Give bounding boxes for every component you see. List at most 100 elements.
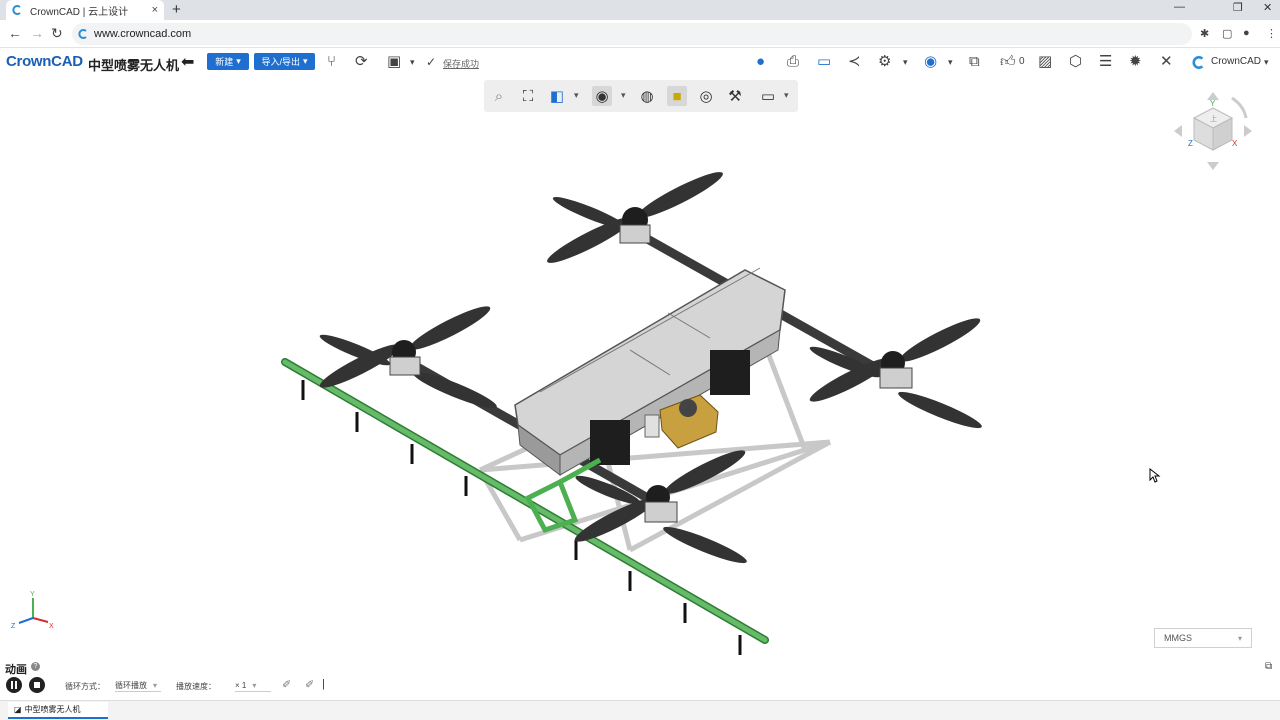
viewcube-rotate-icon[interactable]	[1231, 96, 1248, 119]
view-toolbar: ⌕ ⛶ ◧ ▾ ◉ ▾ ◍ ■ ◎ ⚒ ▭ ▾	[484, 80, 798, 112]
back-icon[interactable]: ←	[8, 25, 22, 41]
viewcube-left-arrow-icon[interactable]	[1174, 125, 1182, 137]
document-tab[interactable]: ◪ 中型喷雾无人机	[8, 702, 108, 719]
tank-body	[514, 267, 786, 476]
save-dropdown-icon[interactable]: ▾	[410, 52, 415, 72]
triad-z-label: Z	[11, 623, 16, 630]
reload-icon[interactable]: ↻	[51, 25, 63, 42]
import-export-label: 导入/导出	[261, 57, 300, 67]
share-icon[interactable]: ≺	[848, 52, 861, 72]
minimize-icon[interactable]: —	[1174, 1, 1185, 13]
app-logo: CrownCAD	[6, 53, 83, 70]
render-icon[interactable]: ✹	[1129, 52, 1142, 72]
profile-icon[interactable]: ●	[1243, 27, 1250, 39]
keyframe-remove-icon[interactable]: ✐	[282, 678, 291, 691]
settings-dropdown-icon[interactable]: ▾	[903, 52, 908, 72]
stop-icon	[34, 682, 40, 688]
display-monitor-icon[interactable]: ▭	[758, 86, 778, 106]
close-window-icon[interactable]: ✕	[1263, 1, 1272, 14]
restore-icon[interactable]: ❐	[1233, 1, 1243, 14]
layers-icon[interactable]: ☰	[1099, 52, 1112, 72]
print-icon[interactable]: ⎙	[787, 52, 799, 72]
speed-label: 播放速度：	[176, 682, 216, 691]
animation-panel: 动画 ? 循环方式： 循环播放 ▾ 播放速度： × 1 ▾ ✐ ✐ |	[0, 658, 1280, 700]
like-icon[interactable]: 👍︎	[1000, 52, 1016, 72]
network-icon[interactable]: ✕	[1160, 52, 1173, 72]
account-dropdown-icon[interactable]: ▾	[1264, 52, 1269, 72]
rotor-front-right	[809, 318, 982, 429]
browser-menu-icon[interactable]: ⋮	[1266, 27, 1277, 40]
loop-mode-label: 循环方式：	[65, 682, 105, 691]
tab-close-icon[interactable]: ×	[152, 4, 158, 16]
image-icon[interactable]: ▨	[1038, 52, 1052, 72]
settings-gear-icon[interactable]: ⚙	[878, 52, 891, 72]
brand-name[interactable]: CrownCAD	[1211, 56, 1261, 67]
help-circle-icon[interactable]: ◉	[924, 52, 937, 72]
section-view-icon[interactable]: ◍	[637, 86, 657, 106]
visibility-eye-icon[interactable]: ◉	[592, 86, 612, 106]
mouse-cursor-icon	[1149, 468, 1161, 483]
save-status: 保存成功	[443, 59, 480, 69]
viewcube-x-label: X	[1232, 139, 1238, 148]
pause-icon	[11, 681, 17, 689]
like-count: 0	[1019, 56, 1025, 67]
new-tab-button[interactable]: +	[172, 1, 181, 18]
fit-view-icon[interactable]: ⛶	[518, 86, 538, 106]
search-icon[interactable]: ●	[756, 52, 765, 72]
stop-button[interactable]	[29, 677, 45, 693]
orientation-dropdown-icon[interactable]: ▾	[574, 90, 579, 101]
brand-logo-icon	[1192, 56, 1204, 69]
keyframe-add-icon[interactable]: ✐	[305, 678, 314, 691]
zoom-icon[interactable]: ⌕	[489, 86, 509, 106]
display-dropdown-icon[interactable]: ▾	[784, 90, 789, 101]
document-tab-bar: ◪ 中型喷雾无人机	[0, 700, 1280, 720]
check-icon: ✓	[426, 55, 437, 69]
browser-tab-title: CrownCAD | 云上设计	[30, 6, 129, 18]
app-toolbar: CrownCAD 中型喷雾无人机 ⬅ 新建 ▾ 导入/导出 ▾ ⑂ ⟳ ▣ ▾ ✓ …	[0, 48, 1280, 76]
units-dropdown-icon: ▾	[1237, 633, 1242, 643]
save-icon[interactable]: ▣	[387, 52, 401, 72]
comment-icon[interactable]: ▭	[817, 52, 831, 72]
document-title: 中型喷雾无人机	[88, 58, 180, 73]
import-export-button[interactable]: 导入/导出 ▾	[254, 53, 315, 70]
paint-icon[interactable]: ⚒	[725, 86, 745, 106]
viewcube-down-arrow-icon[interactable]	[1207, 162, 1219, 170]
animation-help-icon[interactable]: ?	[31, 662, 40, 671]
text-caret: |	[322, 678, 325, 690]
loop-mode-value: 循环播放	[115, 680, 147, 690]
visibility-dropdown-icon[interactable]: ▾	[621, 90, 626, 101]
branch-icon[interactable]: ⑂	[327, 52, 336, 72]
rotor-front-left	[547, 172, 723, 263]
viewcube-top-label: 上	[1210, 114, 1217, 123]
units-value: MMGS	[1164, 633, 1192, 643]
appearance-icon[interactable]: ◎	[696, 86, 716, 106]
browser-tab[interactable]: CrownCAD | 云上设计 ×	[6, 0, 164, 20]
view-cube[interactable]: 上 Y Z X	[1170, 88, 1256, 174]
view-orientation-icon[interactable]: ◧	[547, 86, 567, 106]
forward-icon[interactable]: →	[30, 25, 44, 41]
axis-triad: Y X Z	[11, 591, 54, 630]
viewcube-y-label: Y	[1210, 99, 1216, 108]
help-dropdown-icon[interactable]: ▾	[948, 52, 953, 72]
triad-y-label: Y	[30, 591, 35, 598]
shaded-display-icon[interactable]: ■	[667, 86, 687, 106]
crowncad-favicon-icon	[12, 5, 21, 15]
url-bar[interactable]: www.crowncad.com	[72, 23, 1192, 45]
loop-mode-select[interactable]: 循环播放 ▾	[115, 679, 161, 692]
sync-icon[interactable]: ⟳	[355, 52, 368, 72]
speed-select[interactable]: × 1 ▾	[235, 679, 271, 692]
extensions-icon[interactable]: ✱	[1200, 27, 1209, 40]
assembly-icon[interactable]: ⧉	[969, 52, 980, 72]
sidepanel-icon[interactable]: ▢	[1222, 27, 1232, 40]
units-selector[interactable]: MMGS ▾	[1154, 628, 1252, 648]
cube-icon[interactable]: ⬡	[1069, 52, 1082, 72]
drone-model[interactable]	[281, 166, 984, 655]
new-button[interactable]: 新建 ▾	[207, 53, 249, 70]
viewcube-right-arrow-icon[interactable]	[1244, 125, 1252, 137]
3d-viewport[interactable]	[0, 112, 1280, 664]
viewcube-z-label: Z	[1188, 139, 1193, 148]
part-icon: ◪	[14, 705, 22, 714]
back-arrow-icon[interactable]: ⬅	[181, 52, 194, 72]
triad-x-label: X	[49, 623, 54, 630]
pause-button[interactable]	[6, 677, 22, 693]
